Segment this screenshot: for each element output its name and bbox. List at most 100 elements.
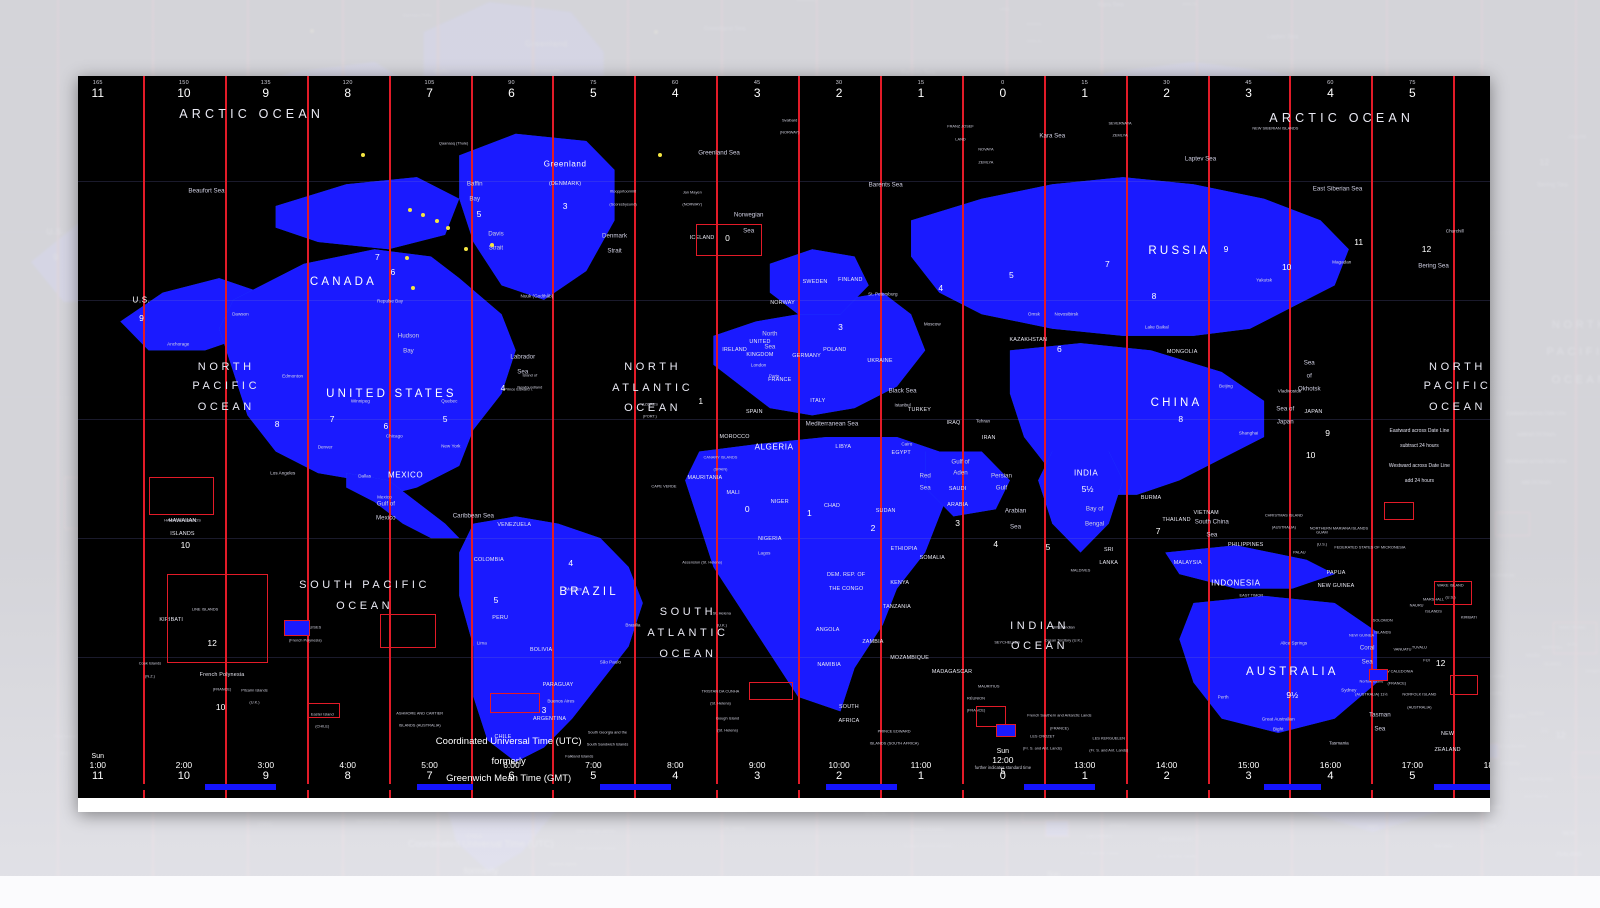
sea-label: of	[1306, 372, 1312, 380]
sea-label: Arabian	[1004, 507, 1027, 515]
island-annotation-sub: (FRANCE)	[1387, 680, 1407, 686]
time-scale-cell: 16:004	[1320, 761, 1341, 783]
country-label: TURKEY	[908, 406, 932, 413]
settlement-marker	[489, 242, 494, 247]
longitude-tick: 75 5	[1409, 80, 1416, 100]
utc-offset-label: 1	[917, 770, 925, 782]
hour-label: 7:00	[585, 760, 602, 770]
longitude-tick: 30 2	[1163, 80, 1170, 100]
island-annotation: FEDERATED STATES OF MICRONESIA	[1334, 544, 1406, 550]
utc-offset-label: 0	[999, 770, 1006, 782]
time-bar-gap	[1094, 784, 1265, 790]
city-label: Tasmania	[1329, 740, 1349, 746]
ocean-label: NORTH	[1429, 360, 1486, 373]
ocean-label: SOUTH PACIFIC	[299, 579, 431, 591]
time-scale-cell: 5:007	[421, 760, 438, 783]
zone-offset: 9	[262, 86, 270, 100]
time-zone-boundary-line	[798, 76, 801, 798]
settlement-marker	[434, 219, 439, 224]
zone-offset: 1	[917, 86, 925, 100]
hour-label: 9:00	[748, 760, 766, 770]
country-label: French Polynesia	[199, 672, 245, 679]
island-annotation-sub: Ocean Territory (U.K.)	[1044, 637, 1083, 643]
island-annotation-sub: (U.S.)	[1316, 542, 1328, 547]
time-scale-cell: Sun1:0011	[89, 752, 106, 782]
utc-offset-label: 2	[836, 770, 843, 782]
hour-label: 17:00	[1401, 760, 1423, 770]
settlement-marker	[445, 225, 450, 230]
latitude-line	[78, 180, 1490, 182]
ocean-label: NORTH	[624, 360, 682, 373]
island-annotation: LES KERGUELEN	[1092, 735, 1125, 741]
city-label: Los Angeles	[270, 470, 296, 476]
island-annotation: Jan Mayen	[682, 189, 702, 195]
sea-label: South China	[1194, 518, 1229, 526]
longitude-tick: 45 3	[1245, 80, 1252, 100]
island-annotation: MALDIVES	[1070, 567, 1091, 573]
sea-label: Bering Sea	[1418, 262, 1449, 270]
island-annotation: FRANZ JOSEF	[947, 123, 974, 129]
utc-offset-label: 5	[1409, 770, 1416, 782]
hour-label: 4:00	[339, 760, 356, 770]
longitude-tick: 90 6	[508, 80, 515, 100]
zone-offset: 4	[671, 86, 679, 100]
island-annotation-sub: (U.K.)	[249, 700, 260, 706]
sea-label: Sea	[517, 368, 529, 376]
territory-inset-box	[306, 702, 340, 718]
zone-number: 10	[1305, 450, 1316, 461]
country-label: JAPAN	[1304, 408, 1323, 415]
zone-number: 12	[1421, 244, 1432, 255]
island-annotation: FIJI	[1423, 657, 1430, 663]
island-annotation: TUVALU	[1411, 644, 1427, 650]
time-zone-boundary-line	[470, 76, 473, 798]
sea-label: Strait	[607, 247, 622, 255]
hour-label: 11:00	[910, 760, 932, 770]
country-label: SOLOMON	[1372, 617, 1393, 623]
time-zone-boundary-line	[634, 76, 637, 798]
utc-offset-label: 1	[1081, 770, 1088, 782]
settlement-marker	[407, 207, 412, 212]
island-annotation-sub: (NORWAY)	[682, 201, 703, 207]
island-annotation: British Indian	[1052, 625, 1075, 631]
island-annotation-sub: (St. Helena)	[717, 727, 738, 733]
ocean-label: OCEAN	[336, 599, 394, 612]
hour-label: 6:00	[503, 760, 520, 770]
longitude-tick: 60 4	[672, 80, 679, 100]
time-scale-row: Sun1:00112:00103:0094:0085:0076:0067:005…	[78, 748, 1490, 784]
country-label: SPAIN	[745, 409, 763, 416]
island-annotation-sub: South Sandwich Islands	[586, 741, 629, 747]
utc-offset-label: 7	[426, 770, 433, 782]
island-annotation: Pitcairn Islands	[241, 687, 268, 693]
utc-offset-label: 3	[1245, 770, 1252, 782]
time-scale-cell: 6:006	[503, 760, 520, 783]
time-scale-cell: 10:002	[828, 761, 849, 783]
territory-inset-box	[490, 693, 541, 713]
sea-label: Sea of	[1276, 405, 1295, 413]
territory-inset-box	[148, 476, 215, 515]
map-window[interactable]: 165 11 150 10 135 9 120 8 105 7 90 6 75 5 60 4 45 3 30 2 15 1…	[78, 76, 1490, 812]
time-scale-cell: 7:005	[585, 760, 602, 783]
utc-offset-label: 11	[92, 770, 104, 782]
ocean-label: INDIAN	[1010, 620, 1070, 633]
sea-label: Greenland Sea	[698, 149, 740, 157]
latitude-line	[78, 299, 1490, 301]
time-zone-boundary-line	[1207, 76, 1210, 798]
eastward-date-line-note: Eastward across Date Line	[1389, 427, 1450, 434]
hour-label: 5:00	[421, 760, 438, 770]
world-time-zone-map[interactable]: 165 11 150 10 135 9 120 8 105 7 90 6 75 5 60 4 45 3 30 2 15 1…	[78, 76, 1490, 798]
time-scale-cell: 2:0010	[176, 761, 193, 783]
ocean-label: OCEAN	[624, 402, 682, 415]
country-label: MONGOLIA	[1166, 348, 1198, 355]
hour-label: 14:00	[1156, 760, 1178, 770]
time-zone-boundary-line	[1125, 76, 1128, 798]
country-label: (FRANCE)	[212, 687, 232, 693]
island-annotation-sub: (Fr. S. and Ant. Lands)	[1089, 747, 1129, 753]
country-label: ZEALAND	[1434, 746, 1461, 753]
time-zone-boundary-line	[142, 76, 145, 798]
longitude-tick: 15 1	[1081, 80, 1088, 100]
island-annotation: Island of	[522, 372, 538, 378]
island-annotation: HAWAIIAN ISLANDS	[164, 517, 201, 523]
territory-inset-filled	[1368, 668, 1388, 681]
time-scale-cell: 8:004	[667, 761, 684, 783]
ocean-label: ATLANTIC	[612, 381, 694, 394]
